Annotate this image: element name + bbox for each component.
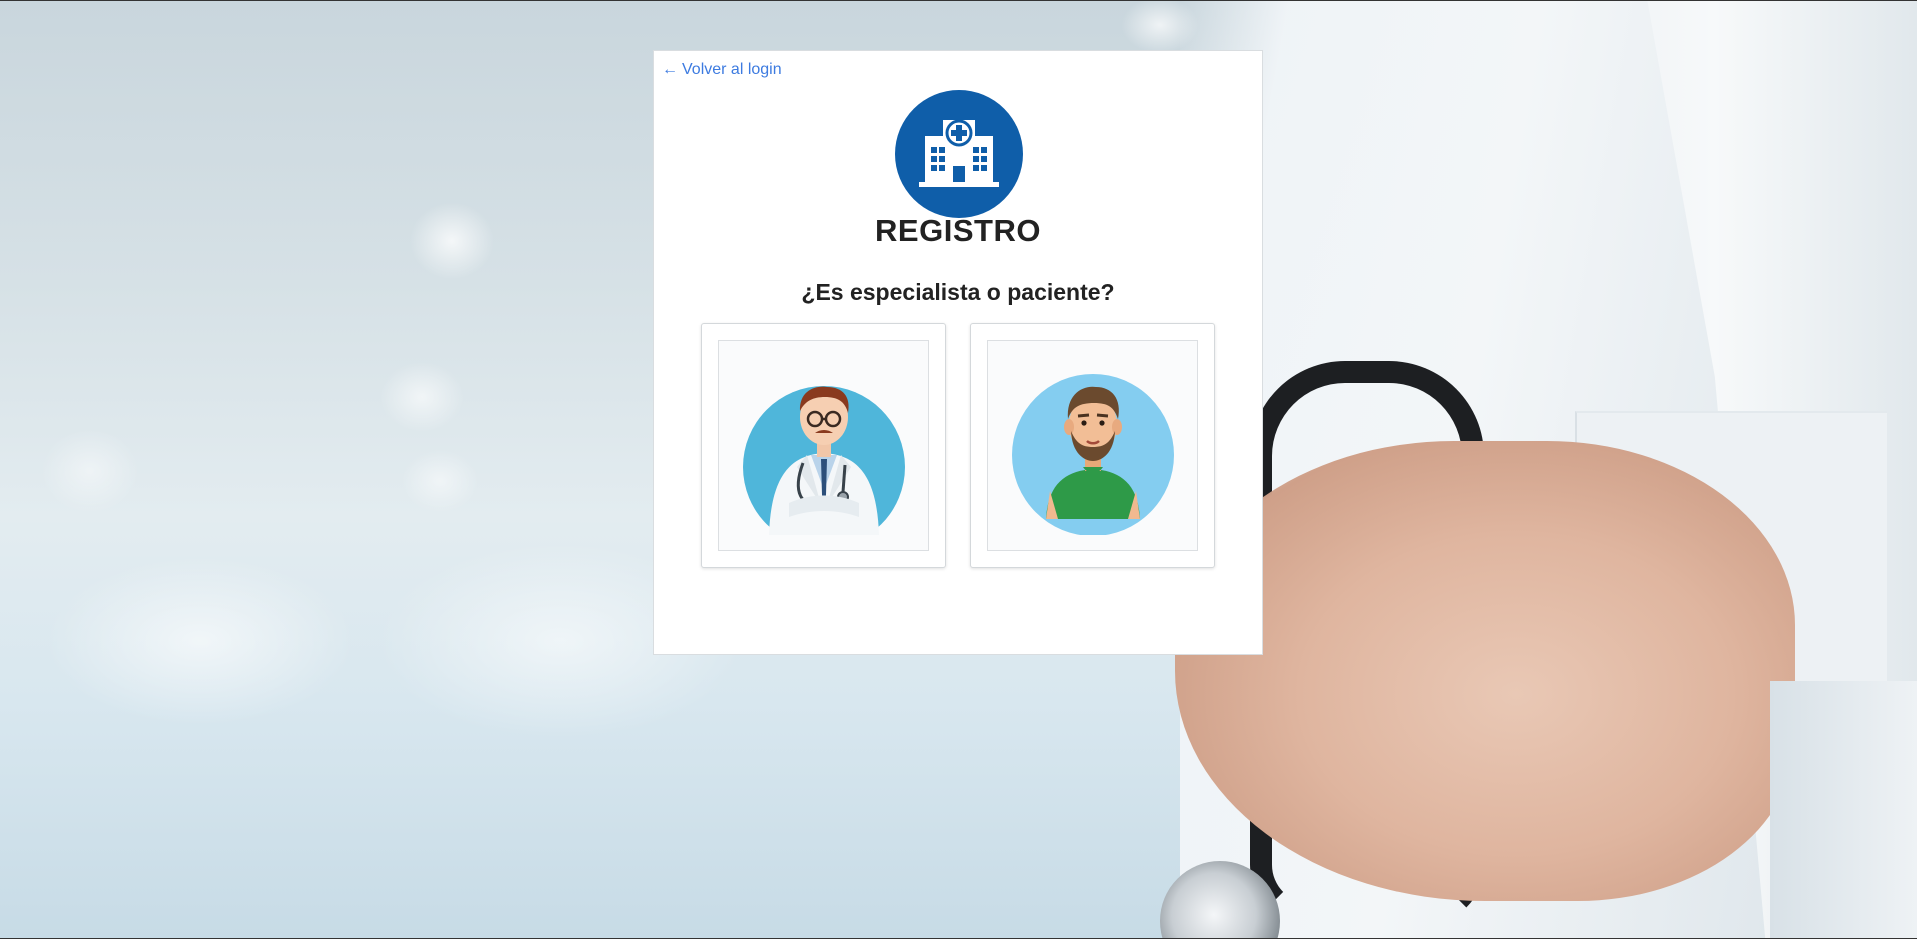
patient-avatar-icon bbox=[1012, 374, 1174, 535]
arrow-left-icon: ← bbox=[662, 61, 678, 78]
page-background: ← Volver al login REGISTRO ¿Es especiali… bbox=[0, 0, 1917, 939]
back-link-label: Volver al login bbox=[682, 61, 782, 78]
patient-option-frame bbox=[987, 340, 1198, 551]
background-sleeve bbox=[1770, 681, 1917, 938]
hospital-logo bbox=[895, 90, 1023, 218]
register-card: ← Volver al login REGISTRO ¿Es especiali… bbox=[653, 50, 1263, 655]
patient-option-button[interactable] bbox=[970, 323, 1215, 568]
back-to-login-link[interactable]: ← Volver al login bbox=[662, 61, 782, 79]
background-hand bbox=[1175, 441, 1795, 901]
page-title: REGISTRO bbox=[875, 213, 1041, 248]
specialist-option-frame bbox=[718, 340, 929, 551]
doctor-avatar-icon bbox=[743, 386, 905, 535]
specialist-option-button[interactable] bbox=[701, 323, 946, 568]
hospital-icon bbox=[919, 119, 999, 187]
role-question: ¿Es especialista o paciente? bbox=[801, 279, 1115, 305]
